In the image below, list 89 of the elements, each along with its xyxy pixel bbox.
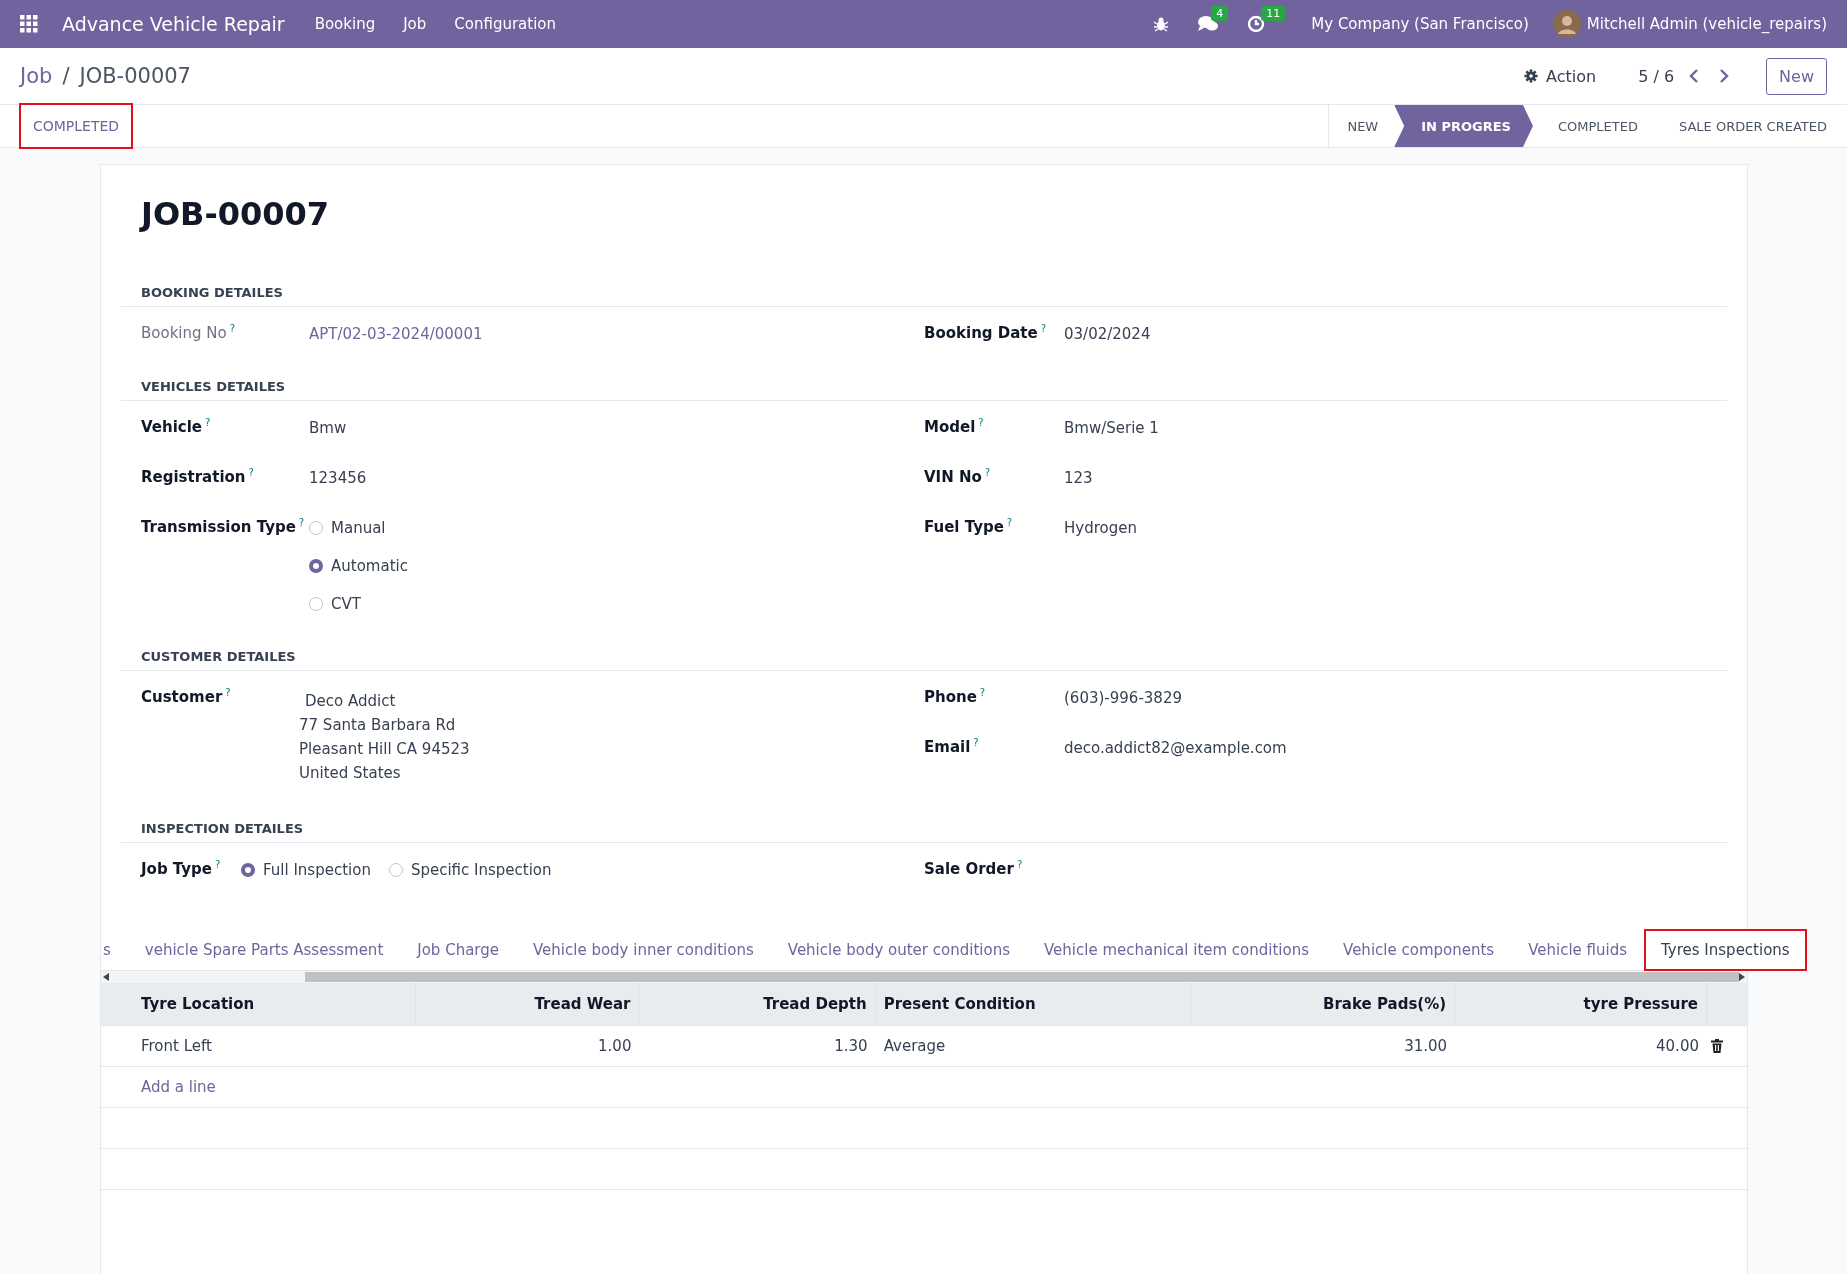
field-label: Sale Order $^{?}$	[924, 858, 1024, 878]
notebook-tab[interactable]: s	[101, 929, 128, 971]
field-value: (603)-996-3829	[1064, 689, 1182, 707]
clock-icon[interactable]	[1247, 15, 1266, 33]
app-name[interactable]: Advance Vehicle Repair	[62, 13, 285, 35]
notebook-tab[interactable]: Job Charge	[400, 929, 516, 971]
field-label: Registration $^{?}$	[141, 466, 255, 486]
radio-label: Manual	[331, 519, 386, 537]
field-value: 03/02/2024	[1064, 325, 1151, 343]
table-cell-text: 40.00	[1655, 1036, 1700, 1057]
add-line-link[interactable]: Add a line	[141, 1078, 216, 1096]
radio-button[interactable]	[241, 863, 255, 877]
field-label: Vehicle $^{?}$	[141, 416, 212, 436]
message-count-badge: 4	[1211, 6, 1229, 21]
field-label: Transmission Type $^{?}$	[141, 516, 306, 536]
field-value: Hydrogen	[1064, 519, 1137, 537]
notebook-tab[interactable]: Tyres Inspections	[1644, 929, 1807, 971]
delete-icon[interactable]	[1711, 1039, 1723, 1053]
field-label: Customer $^{?}$	[141, 686, 232, 706]
column-header[interactable]: Tyre Location	[101, 983, 416, 1025]
scroll-left-icon[interactable]	[103, 973, 109, 981]
column-header[interactable]: Tread Depth	[639, 983, 876, 1025]
previous-icon[interactable]	[1688, 69, 1701, 83]
nav-menu-item[interactable]: Booking	[314, 15, 376, 33]
field-label: Booking No $^{?}$	[141, 322, 236, 342]
user-avatar[interactable]	[1552, 10, 1581, 38]
field-value: 123	[1064, 469, 1093, 487]
next-icon[interactable]	[1718, 69, 1731, 83]
bug-icon[interactable]	[1153, 16, 1170, 32]
address-line: Pleasant Hill CA 94523	[299, 739, 470, 760]
field-label: Booking Date $^{?}$	[924, 322, 1048, 342]
booking-link[interactable]: APT/02-03-2024/00001	[309, 325, 483, 343]
completed-button[interactable]: COMPLETED	[19, 103, 134, 149]
section-heading: VEHICLES DETAILES	[121, 379, 1727, 401]
horizontal-scrollbar[interactable]	[101, 971, 1747, 983]
field-label: VIN No $^{?}$	[924, 466, 992, 486]
pager-value: 5 / 6	[1638, 66, 1675, 86]
column-header[interactable]: tyre Pressure	[1455, 983, 1707, 1025]
field-value: Bmw	[309, 419, 347, 437]
address-line: 77 Santa Barbara Rd	[299, 715, 457, 736]
notebook-tab[interactable]: vehicle Spare Parts Assessment	[127, 929, 401, 971]
company-switcher[interactable]: My Company (San Francisco)	[1311, 15, 1529, 33]
activity-count-badge: 11	[1261, 6, 1286, 21]
address-line: United States	[299, 763, 402, 784]
table-cell-text: Front Left	[140, 1036, 213, 1057]
table-cell-text: Average	[882, 1036, 947, 1057]
status-stage[interactable]: SALE ORDER CREATED	[1654, 105, 1847, 147]
breadcrumb-separator: /	[62, 64, 70, 88]
radio-label: Full Inspection	[263, 861, 371, 879]
column-header[interactable]: Present Condition	[875, 983, 1191, 1025]
notebook-tab[interactable]: Vehicle body outer conditions	[770, 929, 1027, 971]
radio-button[interactable]	[309, 559, 323, 573]
new-button[interactable]: New	[1766, 57, 1827, 95]
status-stage[interactable]: COMPLETED	[1533, 105, 1654, 147]
field-label: Job Type $^{?}$	[141, 858, 222, 878]
notebook-tab[interactable]: Vehicle body inner conditions	[516, 929, 771, 971]
notebook-tab[interactable]: Vehicle mechanical item conditions	[1026, 929, 1327, 971]
customer-name[interactable]: Deco Addict	[305, 689, 470, 713]
field-label: Email $^{?}$	[924, 736, 980, 756]
field-label: Fuel Type $^{?}$	[924, 516, 1014, 536]
notebook-tab[interactable]: Vehicle components	[1326, 929, 1512, 971]
field-label: Phone $^{?}$	[924, 686, 987, 706]
field-value: 123456	[309, 469, 367, 487]
action-menu-button[interactable]: Action	[1514, 65, 1603, 87]
section-heading: CUSTOMER DETAILES	[121, 649, 1727, 671]
notebook-tab[interactable]: Vehicle fluids	[1511, 929, 1644, 971]
table-cell-text: 31.00	[1403, 1036, 1449, 1057]
record-title: JOB-00007	[141, 195, 331, 233]
field-value: deco.addict82@example.com	[1064, 739, 1287, 757]
section-heading: INSPECTION DETAILES	[121, 821, 1727, 843]
radio-label: Specific Inspection	[410, 861, 552, 879]
table-cell-text: 1.30	[833, 1036, 869, 1057]
radio-label: CVT	[331, 595, 361, 613]
status-stage[interactable]: NEW	[1328, 105, 1395, 147]
apps-menu-icon[interactable]	[20, 15, 38, 33]
radio-label: Automatic	[331, 557, 408, 575]
user-menu[interactable]: Mitchell Admin (vehicle_repairs)	[1586, 15, 1827, 33]
field-value: Bmw/Serie 1	[1064, 419, 1159, 437]
nav-menu-item[interactable]: Job	[403, 15, 427, 33]
breadcrumb-link[interactable]: Job	[20, 64, 53, 88]
status-stage[interactable]: IN PROGRES	[1394, 105, 1533, 147]
table-cell-text: 1.00	[597, 1036, 633, 1057]
nav-menu-item[interactable]: Configuration	[454, 15, 557, 33]
column-header[interactable]: Brake Pads(%)	[1190, 983, 1456, 1025]
section-heading: BOOKING DETAILES	[121, 285, 1727, 307]
column-header[interactable]: Tread Wear	[415, 983, 640, 1025]
field-label: Model $^{?}$	[924, 416, 985, 436]
settings-icon	[1524, 69, 1539, 83]
breadcrumb-current: JOB-00007	[79, 64, 191, 88]
